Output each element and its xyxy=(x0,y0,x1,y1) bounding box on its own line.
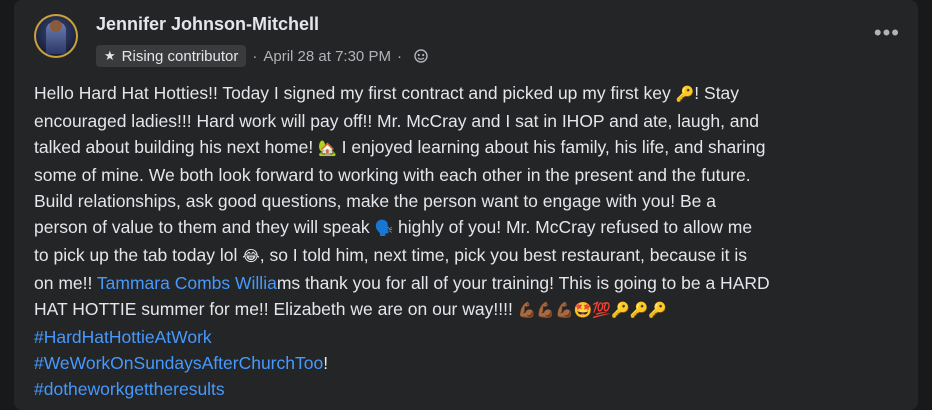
post-line: #HardHatHottieAtWork xyxy=(34,324,904,350)
post-line: HAT HOTTIE summer for me!! Elizabeth we … xyxy=(34,296,904,324)
star-icon: ★ xyxy=(104,48,116,63)
post-line: talked about building his next home! 🏡 I… xyxy=(34,134,904,162)
text: HAT HOTTIE summer for me!! Elizabeth we … xyxy=(34,299,518,319)
rising-contributor-badge[interactable]: ★ Rising contributor xyxy=(96,45,247,67)
post-line: some of mine. We both look forward to wo… xyxy=(34,165,751,185)
text: on me!! xyxy=(34,273,97,293)
avatar-head xyxy=(50,20,62,32)
text: highly of you! Mr. McCray refused to all… xyxy=(393,217,753,237)
post-line: Hello Hard Hat Hotties!! Today I signed … xyxy=(34,80,904,108)
post-line: encouraged ladies!!! Hard work will pay … xyxy=(34,111,760,131)
mention-link[interactable]: Tammara Combs Willia xyxy=(97,273,277,293)
text: ! Stay xyxy=(694,83,740,103)
text: I enjoyed learning about his family, his… xyxy=(336,137,766,157)
text: , so I told him, next time, pick you bes… xyxy=(259,245,748,265)
post-line: to pick up the tab today lol 😂, so I tol… xyxy=(34,242,904,270)
text: Hello Hard Hat Hotties!! Today I signed … xyxy=(34,83,676,103)
post-line: on me!! Tammara Combs Williams thank you… xyxy=(34,270,904,296)
hashtag-link[interactable]: #dotheworkgettheresults xyxy=(34,379,225,399)
post-body: Hello Hard Hat Hotties!! Today I signed … xyxy=(34,80,904,402)
badge-label: Rising contributor xyxy=(121,47,239,65)
meta-separator: · xyxy=(252,47,258,65)
audience-icon[interactable] xyxy=(414,49,428,63)
laughing-face-icon: 😂 xyxy=(242,248,260,265)
post-line: Build relationships, ask good questions,… xyxy=(34,191,716,211)
post-timestamp[interactable]: April 28 at 7:30 PM xyxy=(263,48,391,65)
emoji-sequence-icon: 💪🏾💪🏾💪🏾🤩💯🔑🔑🔑 xyxy=(517,302,668,319)
text: to pick up the tab today lol xyxy=(34,245,243,265)
hashtag-link[interactable]: #HardHatHottieAtWork xyxy=(34,327,212,347)
author-avatar[interactable] xyxy=(34,14,78,58)
text: talked about building his next home! xyxy=(34,137,319,157)
key-icon: 🔑 xyxy=(675,86,695,103)
text: ms thank you for all of your training! T… xyxy=(276,273,770,293)
post-line: #dotheworkgettheresults xyxy=(34,376,904,402)
post-line: #WeWorkOnSundaysAfterChurchToo! xyxy=(34,350,904,376)
text: person of value to them and they will sp… xyxy=(34,217,375,237)
text: ! xyxy=(323,353,329,373)
author-name[interactable]: Jennifer Johnson-Mitchell xyxy=(96,14,319,35)
hashtag-link[interactable]: #WeWorkOnSundaysAfterChurchToo xyxy=(34,353,323,373)
more-options-icon[interactable]: ••• xyxy=(874,22,900,44)
house-icon: 🏡 xyxy=(318,140,337,157)
post-line: person of value to them and they will sp… xyxy=(34,214,904,242)
speaking-head-icon: 🗣️ xyxy=(374,220,394,237)
meta-separator: · xyxy=(396,47,402,65)
post-meta: ★ Rising contributor · April 28 at 7:30 … xyxy=(96,44,428,68)
post-card: Jennifer Johnson-Mitchell ★ Rising contr… xyxy=(14,0,918,410)
